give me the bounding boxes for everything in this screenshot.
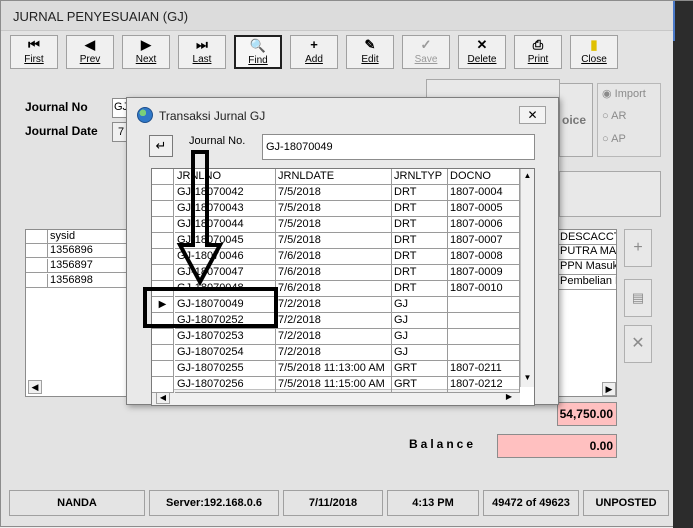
annotation-arrow <box>176 150 224 287</box>
annotation-highlight-box <box>143 287 278 328</box>
